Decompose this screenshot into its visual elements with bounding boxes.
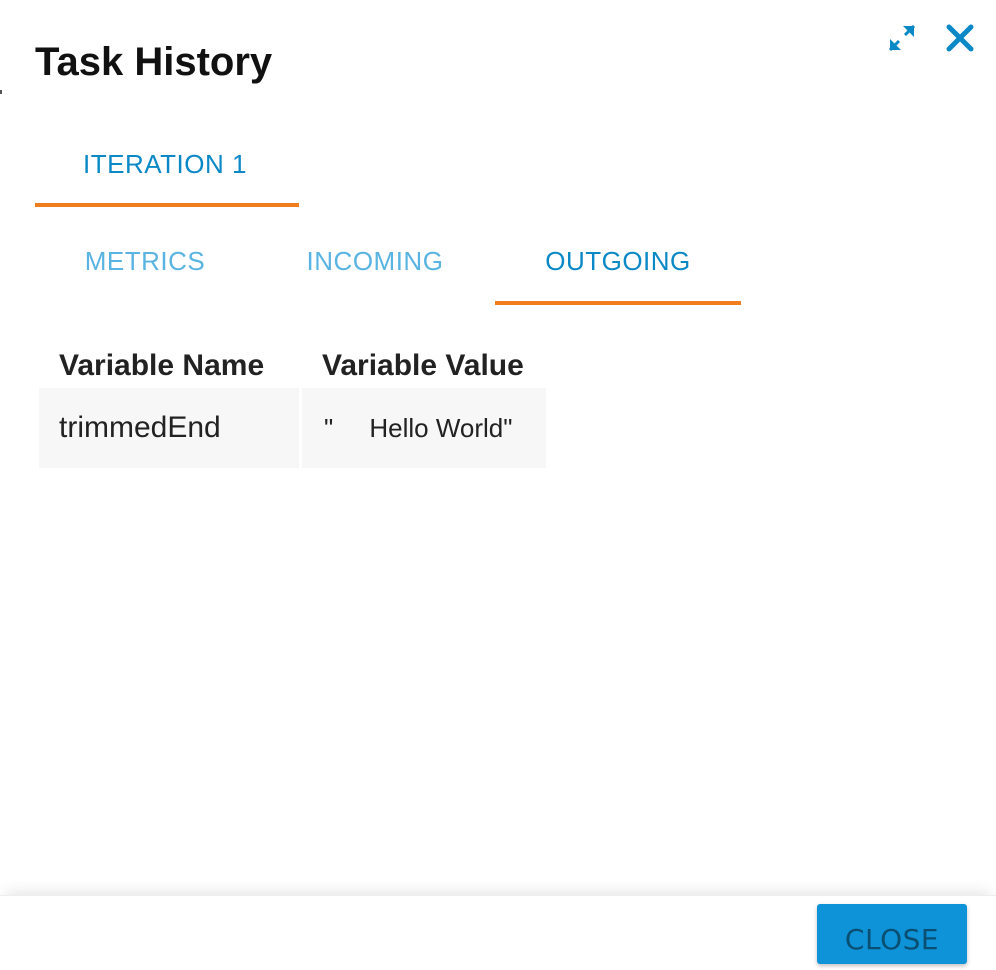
- column-header-variable-value: Variable Value: [322, 349, 524, 382]
- tab-iteration-1[interactable]: ITERATION 1: [35, 120, 299, 207]
- table-row: trimmedEnd " Hello World": [39, 388, 547, 468]
- tab-label: OUTGOING: [545, 245, 691, 276]
- dialog-title: Task History: [35, 40, 273, 84]
- variable-name-cell: trimmedEnd: [39, 388, 299, 468]
- tab-incoming[interactable]: INCOMING: [255, 216, 495, 305]
- column-header-variable-name: Variable Name: [59, 349, 265, 382]
- task-history-dialog: Task History ITERATION 1 METRICS INCOMIN…: [0, 0, 996, 970]
- collapse-arrows-icon[interactable]: [884, 20, 920, 56]
- close-button[interactable]: CLOSE: [817, 904, 967, 964]
- dialog-header-icons: [884, 20, 978, 56]
- tab-label: METRICS: [84, 245, 206, 276]
- active-tab-indicator: [35, 203, 299, 207]
- variable-value-cell: " Hello World": [302, 388, 547, 468]
- tab-metrics[interactable]: METRICS: [35, 216, 255, 305]
- active-tab-indicator: [495, 301, 741, 305]
- close-x-icon[interactable]: [942, 20, 978, 56]
- dialog-footer: CLOSE: [0, 895, 996, 970]
- variable-tabs: METRICS INCOMING OUTGOING: [35, 216, 741, 305]
- table-header-row: Variable Name Variable Value: [39, 340, 546, 388]
- tab-outgoing[interactable]: OUTGOING: [495, 216, 741, 305]
- iteration-tabs: ITERATION 1: [35, 120, 299, 207]
- variables-table: Variable Name Variable Value trimmedEnd …: [36, 340, 549, 468]
- tab-label: INCOMING: [306, 245, 444, 276]
- tab-label: ITERATION 1: [83, 148, 247, 179]
- edge-mark: [0, 90, 2, 94]
